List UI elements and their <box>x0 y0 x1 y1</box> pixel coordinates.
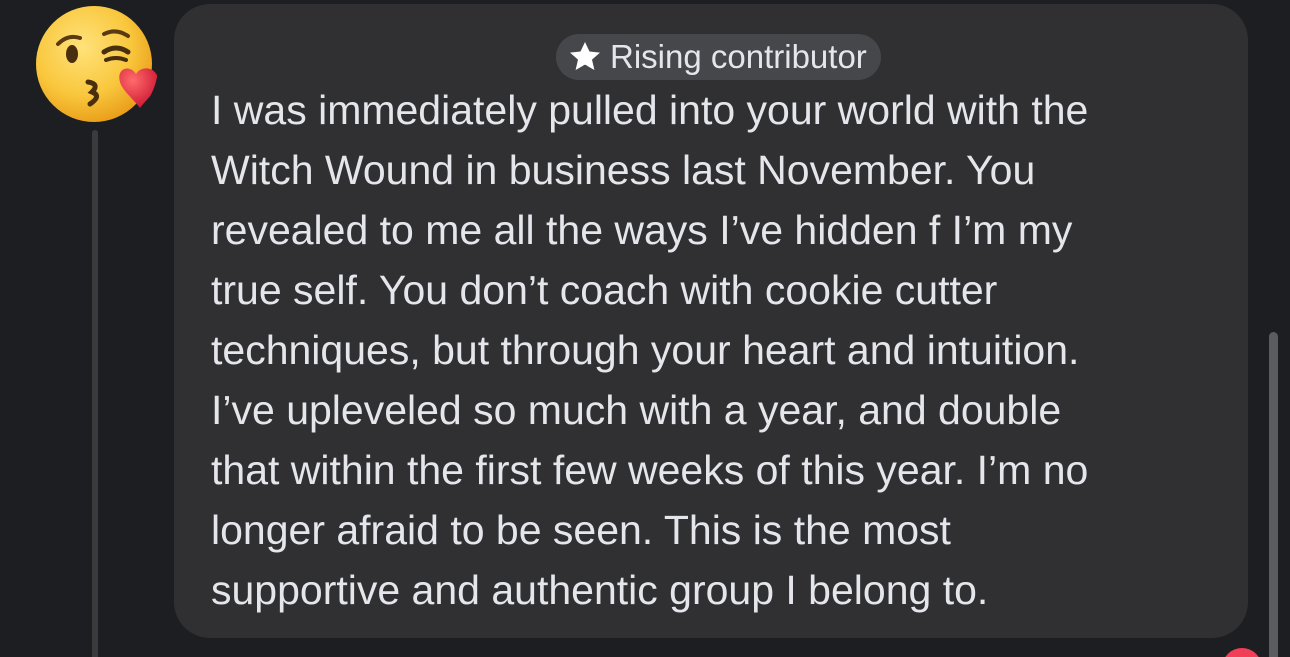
scrollbar[interactable] <box>1269 332 1278 657</box>
heart-reaction-icon[interactable] <box>1222 648 1262 657</box>
comment-thread: Rising contributor I was immediately pul… <box>0 0 1290 657</box>
star-icon <box>570 42 600 71</box>
thread-connector-line <box>92 130 98 657</box>
badge-label: Rising contributor <box>610 38 867 75</box>
face-blowing-kiss-icon <box>36 6 158 122</box>
comment-text: I was immediately pulled into your world… <box>211 87 1089 613</box>
rising-contributor-badge[interactable]: Rising contributor <box>556 34 881 80</box>
avatar[interactable] <box>34 4 158 128</box>
